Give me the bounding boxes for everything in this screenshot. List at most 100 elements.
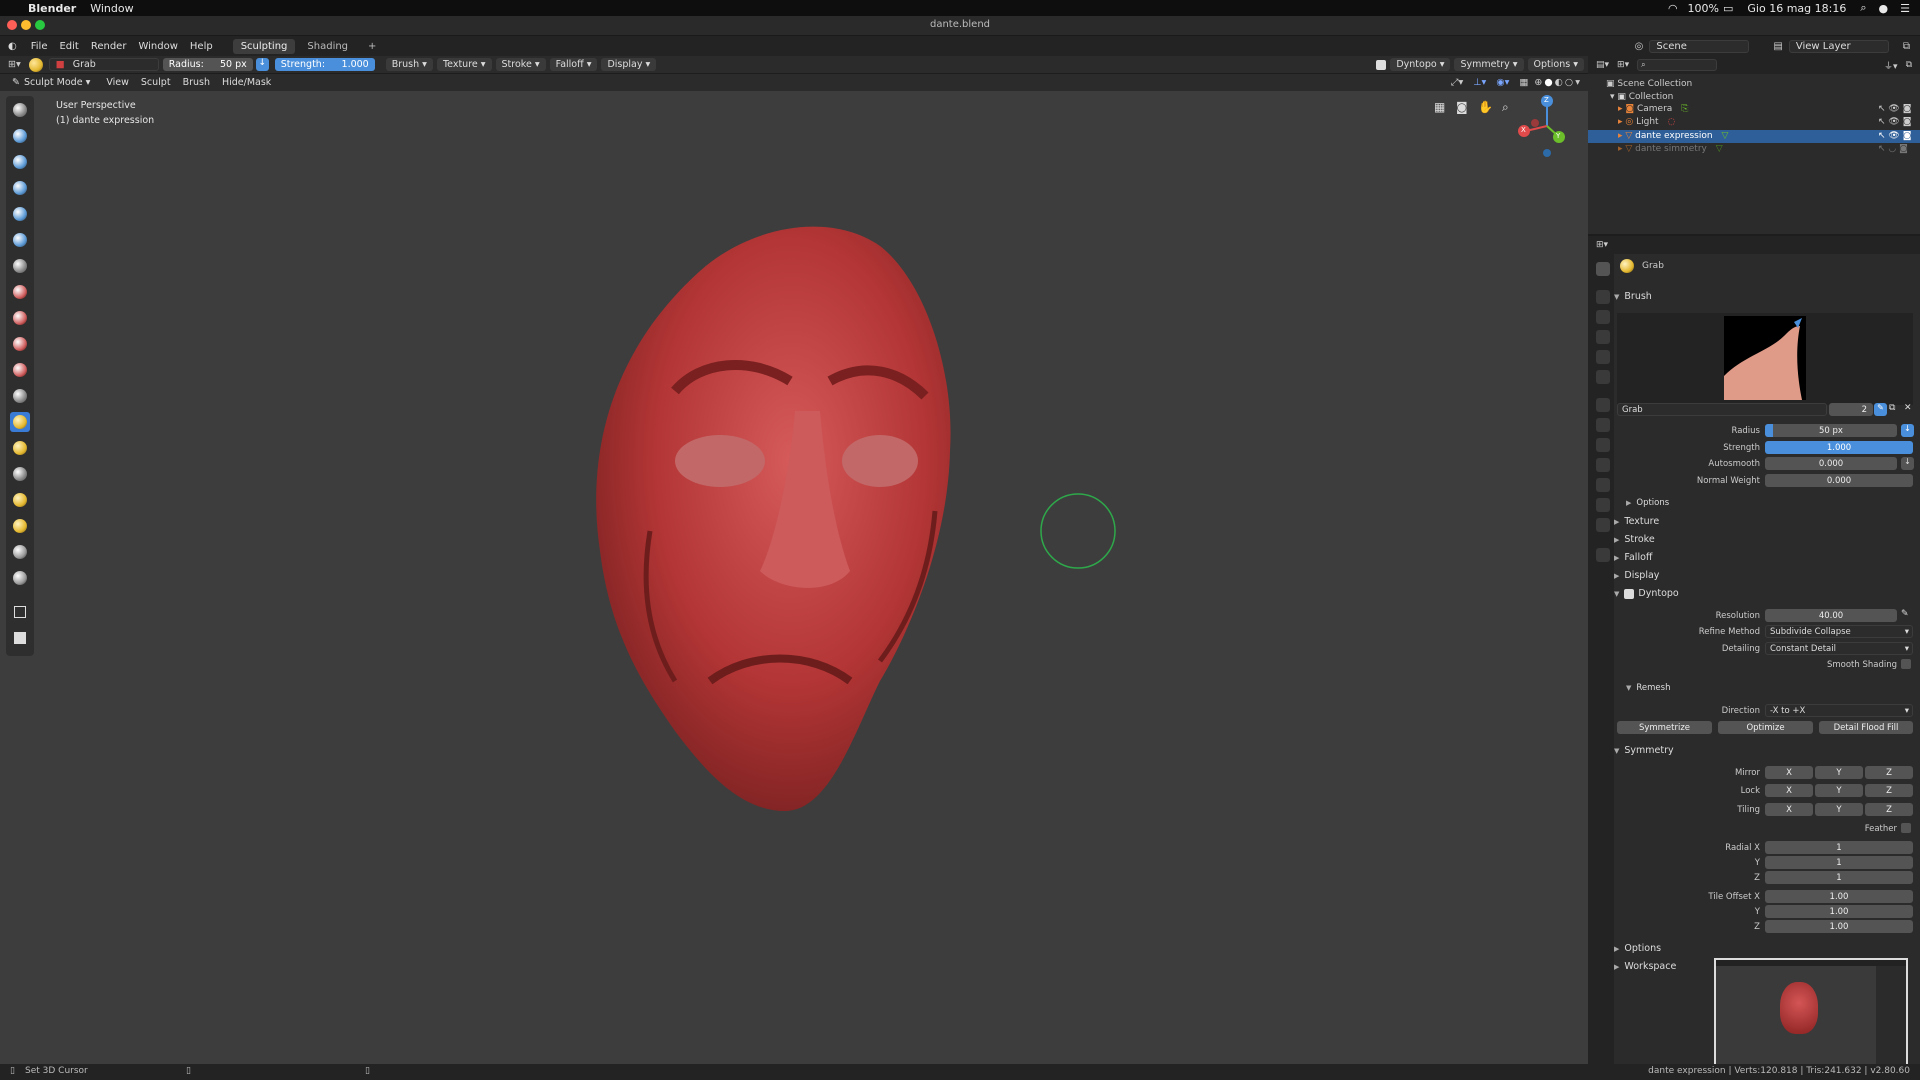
- menu-render[interactable]: Render: [85, 41, 133, 52]
- outliner-search-input[interactable]: ⌕: [1637, 59, 1718, 71]
- render-tab-icon[interactable]: [1596, 290, 1610, 304]
- outliner-display-mode-icon[interactable]: ⊞▾: [1617, 60, 1629, 70]
- menu-file[interactable]: File: [25, 41, 54, 52]
- symmetry-menu[interactable]: Symmetry ▾: [1454, 58, 1524, 71]
- mirror-x-toggle[interactable]: X: [1765, 766, 1813, 779]
- brush-name-field[interactable]: ■ Grab: [48, 58, 159, 71]
- tab-shading[interactable]: Shading: [299, 39, 356, 54]
- camera-icon[interactable]: ◙: [1456, 100, 1468, 114]
- mac-app-name[interactable]: Blender: [28, 2, 76, 15]
- texture-tab-icon[interactable]: [1596, 548, 1610, 562]
- lock-x-toggle[interactable]: X: [1765, 784, 1813, 797]
- brush-preview-image[interactable]: [1724, 316, 1806, 400]
- physics-tab-icon[interactable]: [1596, 458, 1610, 472]
- tool-simplify[interactable]: [10, 542, 30, 562]
- view-layer-icon[interactable]: ▤: [1773, 41, 1782, 52]
- sculpted-head-mesh[interactable]: [580, 211, 970, 831]
- spotlight-icon[interactable]: ⌕: [1860, 1, 1866, 15]
- detailing-select[interactable]: Constant Detail ▾: [1765, 642, 1913, 655]
- tool-blob[interactable]: [10, 256, 30, 276]
- texture-menu[interactable]: Texture ▾: [436, 58, 492, 71]
- new-brush-icon[interactable]: ⧉: [1889, 403, 1895, 413]
- refine-method-select[interactable]: Subdivide Collapse ▾: [1765, 625, 1913, 638]
- tool-fill[interactable]: [10, 360, 30, 380]
- view-layer-tab-icon[interactable]: [1596, 330, 1610, 344]
- transform-orientation-icon[interactable]: ⤢▾: [1451, 77, 1463, 88]
- tool-nudge[interactable]: [10, 490, 30, 510]
- outliner-item-camera[interactable]: ▸ ◙ Camera ⎘: [1618, 104, 1688, 114]
- menu-view[interactable]: View: [100, 77, 135, 88]
- mirror-y-toggle[interactable]: Y: [1815, 766, 1863, 779]
- tiling-x-toggle[interactable]: X: [1765, 803, 1813, 816]
- optimize-button[interactable]: Optimize: [1718, 721, 1813, 734]
- options-menu[interactable]: Options ▾: [1527, 58, 1584, 71]
- tool-rotate[interactable]: [10, 516, 30, 536]
- add-workspace-button[interactable]: +: [360, 39, 384, 54]
- scene-tab-icon[interactable]: [1596, 350, 1610, 364]
- menu-brush[interactable]: Brush: [177, 77, 216, 88]
- camera-restrict-toggles[interactable]: ↖ 👁 ◙: [1878, 104, 1911, 114]
- mode-selector[interactable]: ✎ Sculpt Mode ▾: [6, 76, 96, 89]
- tool-thumb[interactable]: [10, 464, 30, 484]
- battery-icon[interactable]: ▭: [1723, 2, 1733, 15]
- shading-options-icon[interactable]: ▾: [1575, 77, 1580, 88]
- scene-selector[interactable]: Scene: [1649, 39, 1750, 53]
- options-panel-header[interactable]: ▶ Options: [1614, 943, 1661, 954]
- 3d-viewport[interactable]: User Perspective (1) dante expression ▦ …: [0, 91, 1588, 1064]
- menu-sculpt[interactable]: Sculpt: [135, 77, 177, 88]
- tool-flatten[interactable]: [10, 334, 30, 354]
- xray-icon[interactable]: ▦: [1519, 77, 1528, 88]
- radius-pressure-icon[interactable]: ↓: [255, 58, 269, 71]
- hand-pan-icon[interactable]: ✋: [1478, 100, 1493, 114]
- overlays-icon[interactable]: ◉▾: [1496, 77, 1509, 88]
- tile-offset-x-field[interactable]: 1.00: [1765, 890, 1913, 903]
- constraints-tab-icon[interactable]: [1596, 478, 1610, 492]
- editor-type-icon[interactable]: ⊞▾: [8, 59, 21, 70]
- display-panel-header[interactable]: ▶ Display: [1614, 570, 1659, 581]
- tab-sculpting[interactable]: Sculpting: [232, 38, 296, 54]
- world-tab-icon[interactable]: [1596, 370, 1610, 384]
- tool-tab-icon[interactable]: [1596, 262, 1610, 276]
- pivot-icon[interactable]: ⊥▾: [1473, 77, 1486, 88]
- filter-icon[interactable]: ⏚▾: [1884, 59, 1898, 72]
- shading-material-icon[interactable]: ◐: [1555, 77, 1563, 88]
- menu-help[interactable]: Help: [184, 41, 219, 52]
- user-avatar[interactable]: ●: [1879, 2, 1889, 15]
- tool-clay[interactable]: [10, 152, 30, 172]
- stroke-panel-header[interactable]: ▶ Stroke: [1614, 534, 1655, 545]
- outliner-item-dante-expression[interactable]: ▸ ▽ dante expression ▽: [1618, 131, 1728, 141]
- fake-user-icon[interactable]: ✎: [1874, 403, 1887, 416]
- texture-panel-header[interactable]: ▶ Texture: [1614, 516, 1659, 527]
- menu-edit[interactable]: Edit: [53, 41, 84, 52]
- autosmooth-field[interactable]: 0.000: [1765, 457, 1897, 470]
- tool-draw[interactable]: [10, 100, 30, 120]
- properties-editor-icon[interactable]: ⊞▾: [1596, 240, 1608, 250]
- mac-menu-window[interactable]: Window: [90, 2, 133, 15]
- workspace-panel-header[interactable]: ▶ Workspace: [1614, 961, 1676, 972]
- dyntopo-panel-header[interactable]: ▼ Dyntopo: [1614, 588, 1679, 599]
- tiling-z-toggle[interactable]: Z: [1865, 803, 1913, 816]
- eyedropper-icon[interactable]: ✎: [1901, 609, 1909, 619]
- modifier-tab-icon[interactable]: [1596, 418, 1610, 432]
- mirror-z-toggle[interactable]: Z: [1865, 766, 1913, 779]
- tool-inflate[interactable]: [10, 230, 30, 250]
- falloff-panel-header[interactable]: ▶ Falloff: [1614, 552, 1652, 563]
- zoom-icon[interactable]: ⌕: [1502, 100, 1509, 115]
- material-tab-icon[interactable]: [1596, 518, 1610, 532]
- tiling-y-toggle[interactable]: Y: [1815, 803, 1863, 816]
- remesh-subpanel-header[interactable]: ▼ Remesh: [1626, 683, 1670, 693]
- dyntopo-menu[interactable]: Dyntopo ▾: [1390, 58, 1451, 71]
- lock-z-toggle[interactable]: Z: [1865, 784, 1913, 797]
- radial-y-field[interactable]: 1: [1765, 856, 1913, 869]
- radius-field[interactable]: Radius: 50 px: [162, 58, 253, 71]
- brush-panel-header[interactable]: ▼ Brush: [1614, 291, 1652, 302]
- brush-options-subpanel[interactable]: ▶ Options: [1626, 498, 1669, 508]
- stroke-menu[interactable]: Stroke ▾: [495, 58, 546, 71]
- blender-logo-icon[interactable]: ◐: [8, 41, 17, 52]
- scene-icon[interactable]: ◎: [1635, 41, 1644, 52]
- view-layer-selector[interactable]: View Layer: [1788, 39, 1889, 53]
- shading-rendered-icon[interactable]: ○: [1565, 77, 1573, 88]
- brush-icon[interactable]: [28, 57, 43, 72]
- strength-field[interactable]: Strength: 1.000: [274, 58, 375, 71]
- tool-clay-strips[interactable]: [10, 178, 30, 198]
